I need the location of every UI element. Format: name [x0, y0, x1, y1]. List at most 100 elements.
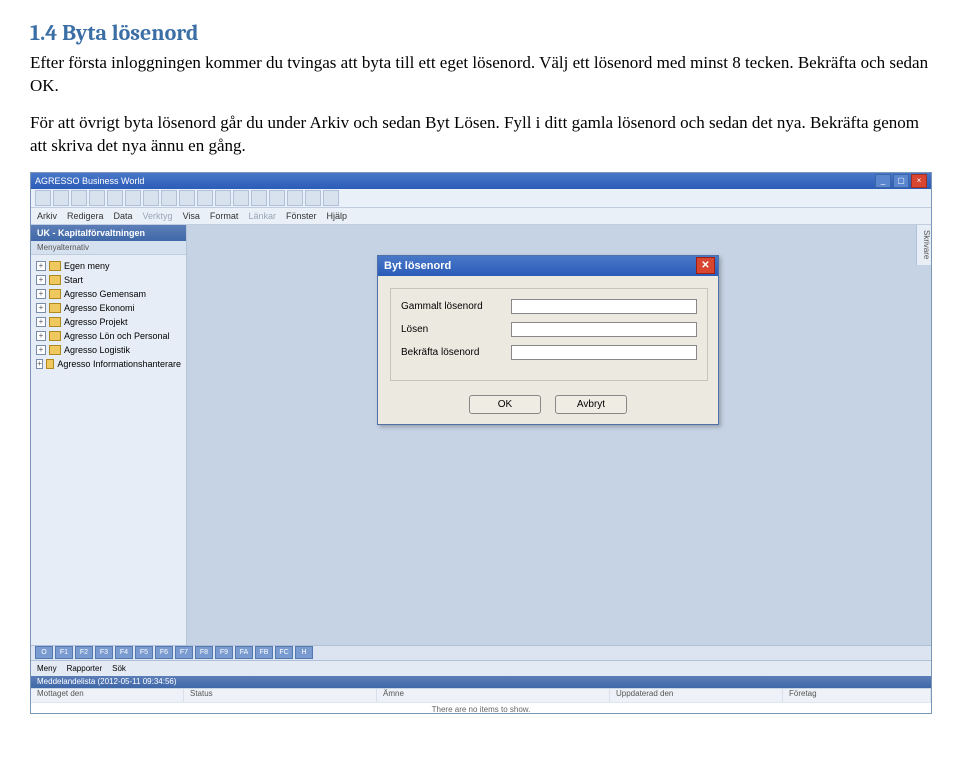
expand-icon[interactable]: + — [36, 261, 46, 271]
tree-item-gemensam[interactable]: +Agresso Gemensam — [36, 287, 181, 301]
expand-icon[interactable]: + — [36, 303, 46, 313]
toolbar-icon[interactable] — [269, 190, 285, 206]
fkey[interactable]: F7 — [175, 646, 193, 659]
col-mottaget[interactable]: Mottaget den — [31, 689, 184, 702]
menu-data[interactable]: Data — [114, 211, 133, 221]
function-key-bar: O F1 F2 F3 F4 F5 F6 F7 F8 F9 FA FB FC H — [31, 645, 931, 660]
toolbar-icon[interactable] — [233, 190, 249, 206]
toolbar-icon[interactable] — [71, 190, 87, 206]
tree-item-start[interactable]: +Start — [36, 273, 181, 287]
col-uppdaterad[interactable]: Uppdaterad den — [610, 689, 783, 702]
toolbar-icon[interactable] — [161, 190, 177, 206]
menu-redigera[interactable]: Redigera — [67, 211, 104, 221]
col-amne[interactable]: Ämne — [377, 689, 610, 702]
change-password-dialog: Byt lösenord ✕ Gammalt lösenord Lösen — [377, 255, 719, 425]
old-password-input[interactable] — [511, 299, 697, 314]
fkey[interactable]: F5 — [135, 646, 153, 659]
tree-item-logistik[interactable]: +Agresso Logistik — [36, 343, 181, 357]
dialog-titlebar: Byt lösenord ✕ — [378, 256, 718, 276]
sidebar-tree: +Egen meny +Start +Agresso Gemensam +Agr… — [31, 255, 186, 375]
toolbar-icon[interactable] — [215, 190, 231, 206]
fkey[interactable]: F3 — [95, 646, 113, 659]
folder-icon — [46, 359, 54, 369]
ok-button[interactable]: OK — [469, 395, 541, 414]
toolbar-icon[interactable] — [53, 190, 69, 206]
folder-icon — [49, 303, 61, 313]
expand-icon[interactable]: + — [36, 275, 46, 285]
folder-icon — [49, 261, 61, 271]
fkey[interactable]: FA — [235, 646, 253, 659]
menu-lankar[interactable]: Länkar — [248, 211, 276, 221]
fkey[interactable]: F6 — [155, 646, 173, 659]
window-titlebar: AGRESSO Business World _ ▢ × — [31, 173, 931, 189]
toolbar-icon[interactable] — [125, 190, 141, 206]
tree-item-projekt[interactable]: +Agresso Projekt — [36, 315, 181, 329]
tab-rapporter[interactable]: Rapporter — [67, 664, 103, 673]
tree-item-info[interactable]: +Agresso Informationshanterare — [36, 357, 181, 371]
folder-icon — [49, 331, 61, 341]
folder-icon — [49, 275, 61, 285]
menu-visa[interactable]: Visa — [183, 211, 200, 221]
empty-list-message: There are no items to show. — [31, 702, 931, 714]
folder-icon — [49, 289, 61, 299]
window-title: AGRESSO Business World — [35, 176, 144, 186]
new-password-input[interactable] — [511, 322, 697, 337]
fkey[interactable]: F8 — [195, 646, 213, 659]
skrivare-tab[interactable]: Skrivare — [916, 225, 931, 265]
expand-icon[interactable]: + — [36, 331, 46, 341]
tab-sok[interactable]: Sök — [112, 664, 126, 673]
section-tabs: Meny Rapporter Sök — [31, 660, 931, 676]
menu-fonster[interactable]: Fönster — [286, 211, 317, 221]
fkey[interactable]: F9 — [215, 646, 233, 659]
menu-format[interactable]: Format — [210, 211, 239, 221]
window-close-button[interactable]: × — [911, 174, 927, 188]
tree-item-ekonomi[interactable]: +Agresso Ekonomi — [36, 301, 181, 315]
maximize-button[interactable]: ▢ — [893, 174, 909, 188]
expand-icon[interactable]: + — [36, 317, 46, 327]
sidebar: UK - Kapitalförvaltningen Menyalternativ… — [31, 225, 187, 645]
toolbar-icon[interactable] — [305, 190, 321, 206]
fkey[interactable]: F2 — [75, 646, 93, 659]
toolbar-icon[interactable] — [323, 190, 339, 206]
menu-verktyg[interactable]: Verktyg — [143, 211, 173, 221]
paragraph-2: För att övrigt byta lösenord går du unde… — [30, 112, 930, 158]
paragraph-1: Efter första inloggningen kommer du tvin… — [30, 52, 930, 98]
toolbar-icon[interactable] — [179, 190, 195, 206]
cancel-button[interactable]: Avbryt — [555, 395, 627, 414]
col-foretag[interactable]: Företag — [783, 689, 931, 702]
fkey[interactable]: F4 — [115, 646, 133, 659]
confirm-password-label: Bekräfta lösenord — [401, 347, 511, 358]
dialog-close-button[interactable]: ✕ — [696, 257, 715, 274]
toolbar-icon[interactable] — [287, 190, 303, 206]
dialog-title-text: Byt lösenord — [384, 260, 451, 272]
tree-item-lon[interactable]: +Agresso Lön och Personal — [36, 329, 181, 343]
toolbar-icon[interactable] — [197, 190, 213, 206]
folder-icon — [49, 317, 61, 327]
expand-icon[interactable]: + — [36, 289, 46, 299]
col-status[interactable]: Status — [184, 689, 377, 702]
sidebar-title: UK - Kapitalförvaltningen — [31, 225, 186, 241]
toolbar-icon[interactable] — [89, 190, 105, 206]
fkey[interactable]: FC — [275, 646, 293, 659]
toolbar-icon[interactable] — [251, 190, 267, 206]
expand-icon[interactable]: + — [36, 359, 43, 369]
tree-item-egen-meny[interactable]: +Egen meny — [36, 259, 181, 273]
expand-icon[interactable]: + — [36, 345, 46, 355]
toolbar-icon[interactable] — [143, 190, 159, 206]
fkey[interactable]: FB — [255, 646, 273, 659]
message-list-header: Meddelandelista (2012-05-11 09:34:56) — [31, 676, 931, 688]
menu-arkiv[interactable]: Arkiv — [37, 211, 57, 221]
fkey[interactable]: H — [295, 646, 313, 659]
toolbar-icon[interactable] — [35, 190, 51, 206]
fkey[interactable]: F1 — [55, 646, 73, 659]
sidebar-subtitle: Menyalternativ — [31, 241, 186, 255]
toolbar-icon[interactable] — [107, 190, 123, 206]
column-headers: Mottaget den Status Ämne Uppdaterad den … — [31, 688, 931, 702]
menu-hjalp[interactable]: Hjälp — [326, 211, 347, 221]
confirm-password-input[interactable] — [511, 345, 697, 360]
tab-meny[interactable]: Meny — [37, 664, 57, 673]
old-password-label: Gammalt lösenord — [401, 301, 511, 312]
app-window: AGRESSO Business World _ ▢ × Arkiv Redig… — [30, 172, 932, 714]
fkey[interactable]: O — [35, 646, 53, 659]
minimize-button[interactable]: _ — [875, 174, 891, 188]
